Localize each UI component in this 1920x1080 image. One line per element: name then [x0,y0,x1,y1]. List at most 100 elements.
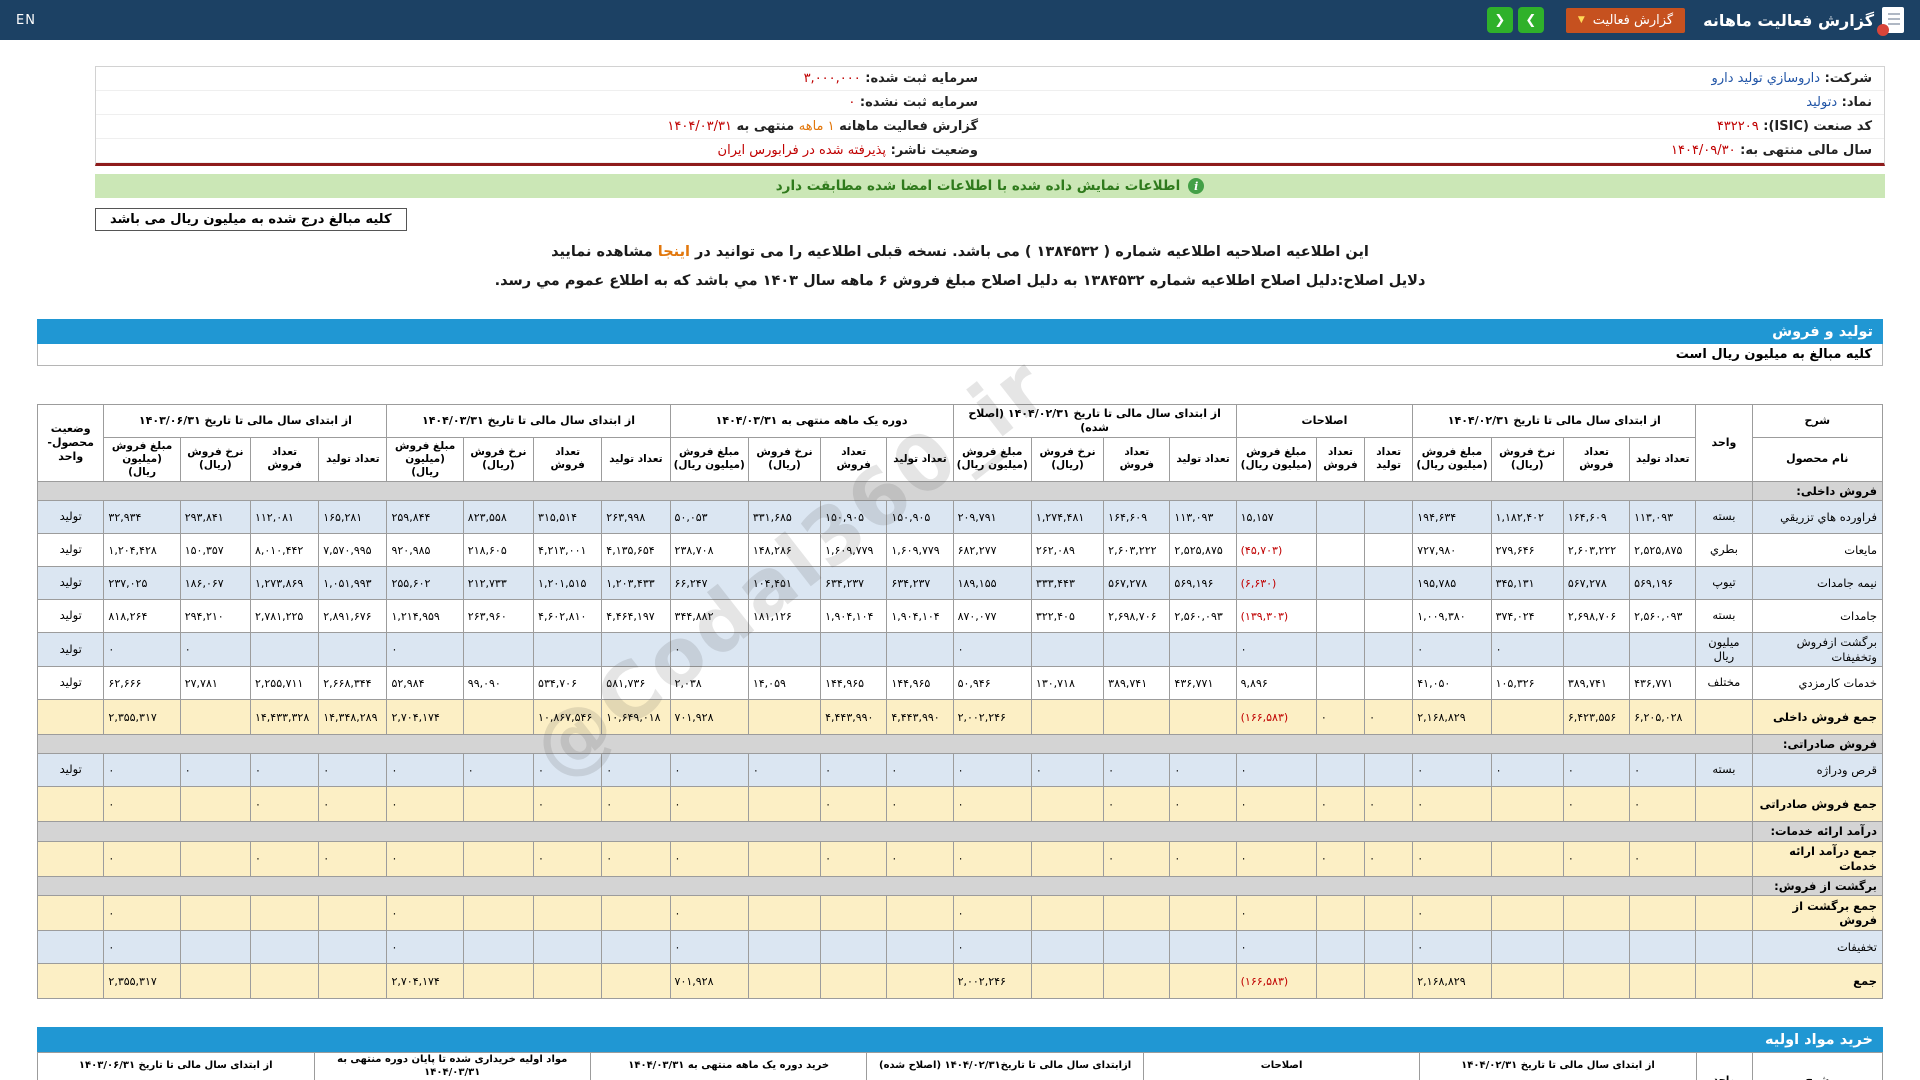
value-cell [747,840,822,877]
value-cell: ۱,۲۱۴,۹۵۹ [386,599,464,634]
table-row: قرص ودراژه بسته ۰ ۰ ۰ ۰ ۰ ۰ ۰ ۰ ۰ ۰ ۰ ۰ ۰ ۰ ۰ ۰ ۰ ۰ ۰ ۰ ۰ تولید [36,753,1884,788]
value-cell: ۱۰,۸۶۷,۵۴۶ [533,699,603,735]
previous-version-link[interactable]: اینجا [658,244,690,260]
value-cell: ۲,۱۶۸,۸۲۹ [1412,699,1492,735]
value-cell [747,895,822,932]
row-label: نیمه جامدات [1751,566,1884,601]
value-cell [179,930,251,965]
value-cell: ۰ [1490,632,1564,667]
info-row: گزارش فعالیت ماهانه ۱ ماهه منتهی به ۱۴۰۴… [96,115,990,139]
value-cell: ۲,۲۵۵,۷۱۱ [249,666,320,700]
value-cell: ۰ [1169,753,1237,788]
status-cell: تولید [36,533,105,568]
value-cell: ۰ [533,753,603,788]
value-cell: ۳۳۳,۴۴۳ [1030,566,1105,601]
value-cell: ۵۶۹,۱۹۶ [1629,566,1697,601]
value-cell [318,632,388,667]
value-cell: ۱,۲۷۳,۸۶۹ [249,566,320,601]
value-cell: ۱۴,۴۳۳,۳۲۸ [249,699,320,735]
nav-next-button[interactable]: ❯ [1517,7,1544,33]
value-cell: ۰ [1629,753,1697,788]
value-cell: ۳۴۵,۱۳۱ [1490,566,1564,601]
status-cell: تولید [36,632,105,667]
value-cell: ۰ [1169,786,1237,823]
signed-info-text: اطلاعات نمایش داده شده با اطلاعات امضا ش… [775,178,1181,194]
value-cell [820,930,888,965]
value-cell: ۰ [318,753,388,788]
value-cell: (۴۵,۷۰۳) [1235,533,1317,568]
text-part: شرکت: [1820,71,1872,86]
company-info-grid: شرکت: داروسازي تولید دارو سرمایه ثبت شده:… [96,67,1884,163]
status-cell: تولید [36,753,105,788]
value-cell [820,632,888,667]
value-cell: ۱۸۶,۰۶۷ [179,566,251,601]
value-cell: ۰ [1629,840,1697,877]
table-row: درآمد ارائه خدمات: [37,821,1884,842]
period-header: خرید دوره یک ماهه منتهی به ۱۴۰۴/۰۳/۳۱ [589,1052,868,1080]
value-cell: ۲۶۲,۰۸۹ [1030,533,1105,568]
language-toggle[interactable]: EN [16,13,36,28]
text-part: پذیرفته شده در فرابورس ایران [717,143,887,158]
value-cell: ۰ [1364,840,1414,877]
value-cell: ۱۱۳,۰۹۳ [1169,500,1237,535]
value-cell: ۳۴۴,۸۸۲ [669,599,749,634]
value-cell: ۷۰۱,۹۲۸ [669,699,749,735]
nav-prev-button[interactable]: ❮ [1486,7,1513,33]
section-filler [37,733,1753,755]
company-link[interactable]: داروسازي تولید دارو [1712,71,1821,86]
topbar: گزارش فعالیت ماهانه گزارش فعالیت ▼ ❯ ❮ E… [0,0,1920,40]
text-part: کد صنعت (ISIC): [1758,119,1872,134]
value-cell: ۰ [462,753,535,788]
value-cell [249,963,320,1000]
value-cell: ۸,۰۱۰,۴۴۲ [249,533,320,568]
value-cell: ۰ [952,632,1032,667]
section-raw-materials: خرید مواد اولیه [37,1027,1883,1053]
value-cell: ۵۳۴,۷۰۶ [533,666,603,700]
unit-cell [1695,963,1753,1000]
column-header: تعداد فروش [1562,436,1631,482]
value-cell: ۰ [952,895,1032,932]
value-cell: ۱,۹۰۴,۱۰۴ [820,599,888,634]
value-cell: ۰ [1562,753,1631,788]
info-row: نماد: دتولید [990,91,1884,115]
chevron-down-icon: ▼ [1577,14,1585,25]
unit-cell: بسته [1695,500,1753,535]
value-cell [747,963,822,1000]
column-header: مبلغ فروش (میلیون ریال) [103,436,181,482]
period-header: از ابتدای سال مالی تا تاریخ ۱۴۰۳/۰۶/۳۱ [103,404,388,438]
report-icon [1877,7,1904,36]
value-cell: ۰ [1412,753,1492,788]
value-cell: ۲۹۴,۲۱۰ [179,599,251,634]
table-row: فراورده هاي تزريقي بسته ۱۱۳,۰۹۳ ۱۶۴,۶۰۹ ۱,۱۸… [36,500,1884,535]
info-row: شرکت: داروسازي تولید دارو [990,67,1884,91]
symbol-link[interactable]: دتولید [1806,95,1837,110]
value-cell: ۱,۲۰۱,۵۱۵ [533,566,603,601]
column-header: مبلغ فروش (میلیون ریال) [386,436,464,482]
report-type-button[interactable]: گزارش فعالیت ▼ [1565,7,1686,33]
column-header: نرخ فروش (ریال) [747,436,822,482]
unit-cell: مختلف [1695,666,1753,700]
value-cell: ۰ [820,786,888,823]
materials-table-wrap: شرحواحداز ابتدای سال مالی تا تاریخ ۱۴۰۴/… [37,1052,1884,1080]
value-cell: ۰ [1235,753,1317,788]
value-cell [1490,840,1564,877]
text-part: ۴۳۲۲۰۹ [1716,119,1759,134]
value-cell [179,963,251,1000]
value-cell: ۲۷۹,۶۴۶ [1490,533,1564,568]
value-cell [1315,500,1366,535]
value-cell [1364,500,1414,535]
value-cell: ۱۴,۳۴۸,۲۸۹ [318,699,388,735]
value-cell: ۰ [179,753,251,788]
value-cell: ۰ [886,753,954,788]
value-cell: ۱,۲۰۴,۴۲۸ [103,533,181,568]
unit-cell [1695,840,1753,877]
value-cell: ۷,۵۷۰,۹۹۵ [318,533,388,568]
value-cell: ۰ [952,840,1032,877]
value-cell: ۰ [103,930,181,965]
value-cell: ۰ [1235,786,1317,823]
report-navigation: ❯ ❮ [1486,7,1544,33]
value-cell: ۲,۵۶۰,۰۹۳ [1629,599,1697,634]
value-cell [1315,753,1366,788]
text-part: ۱۴۰۴/۰۹/۳۰ [1671,143,1736,158]
text-part: ۱ ماهه [798,119,835,134]
